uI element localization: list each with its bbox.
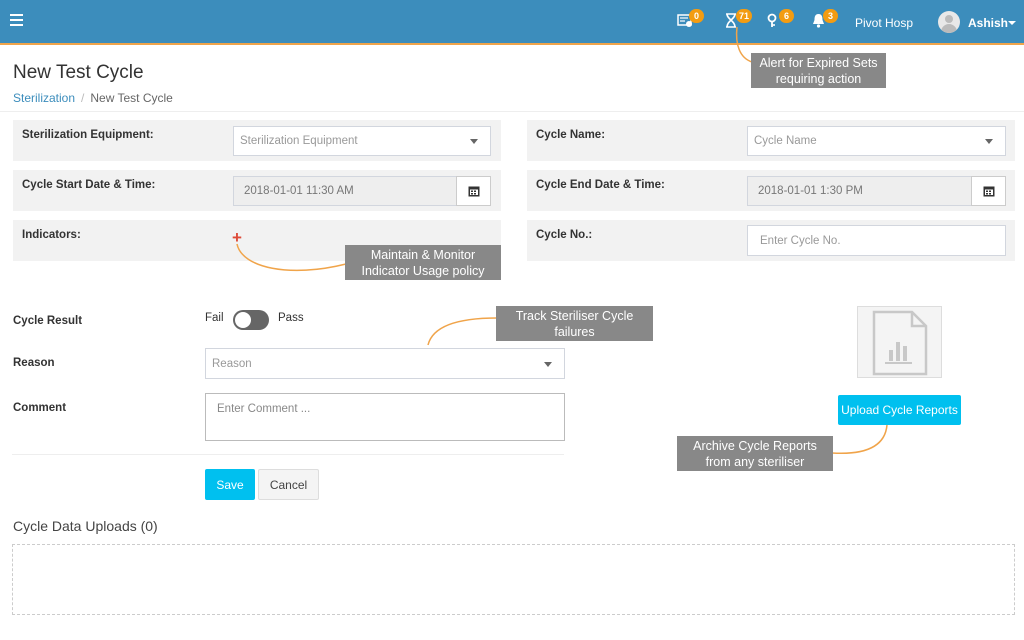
- callout-indicator-policy: Maintain & Monitor Indicator Usage polic…: [345, 245, 501, 280]
- callout-expired-sets: Alert for Expired Sets requiring action: [751, 53, 886, 88]
- callout-cycle-failures: Track Steriliser Cycle failures: [496, 306, 653, 341]
- callout-archive-reports: Archive Cycle Reports from any sterilise…: [677, 436, 833, 471]
